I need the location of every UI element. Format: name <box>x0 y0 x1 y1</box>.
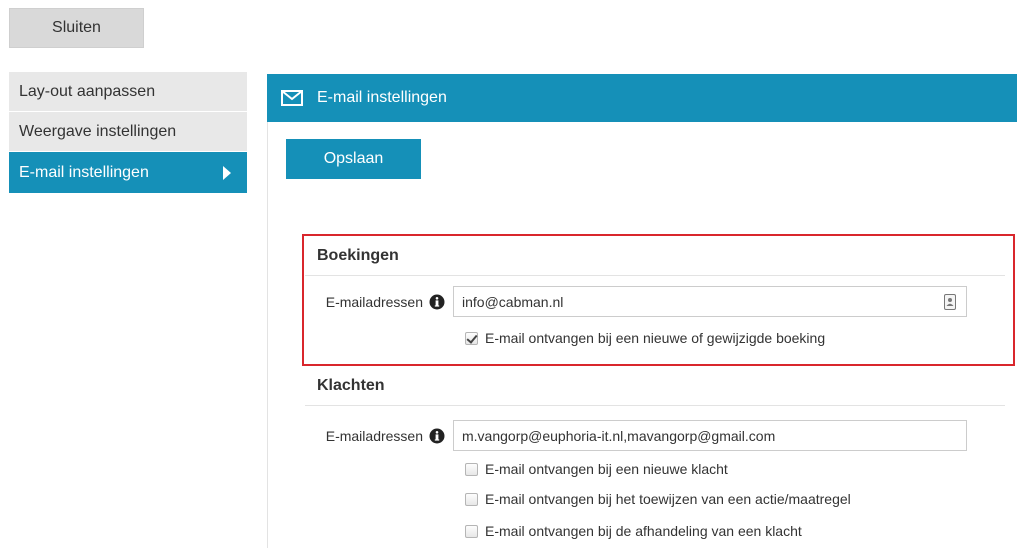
checkbox-complaint-resolved[interactable] <box>465 524 478 538</box>
complaints-section: Klachten E-mailadressen m.vangorp@euphor… <box>305 366 1005 539</box>
highlight-frame <box>302 234 1015 366</box>
section-title: Klachten <box>305 366 1005 406</box>
checkbox-complaint-new[interactable] <box>465 462 478 476</box>
mail-icon <box>281 90 303 106</box>
checkbox-label: E-mail ontvangen bij de afhandeling van … <box>485 523 802 539</box>
sidebar: Lay-out aanpassen Weergave instellingen … <box>9 72 247 194</box>
checkbox-complaint-action[interactable] <box>465 492 478 506</box>
panel-header: E-mail instellingen <box>267 74 1017 122</box>
sidebar-item-label: Weergave instellingen <box>19 122 177 140</box>
sidebar-item-label: Lay-out aanpassen <box>19 82 156 100</box>
settings-page: Sluiten Lay-out aanpassen Weergave inste… <box>0 0 1017 548</box>
page-title: E-mail instellingen <box>317 89 447 106</box>
email-field[interactable]: m.vangorp@euphoria-it.nl,mavangorp@gmail… <box>453 420 967 451</box>
arrow-right-icon <box>223 165 231 180</box>
checkbox-row[interactable]: E-mail ontvangen bij het toewijzen van e… <box>465 491 851 507</box>
sidebar-item-label: E-mail instellingen <box>19 163 149 181</box>
checkbox-row[interactable]: E-mail ontvangen bij de afhandeling van … <box>465 523 802 539</box>
close-button[interactable]: Sluiten <box>9 8 144 48</box>
checkbox-row[interactable]: E-mail ontvangen bij een nieuwe klacht <box>465 461 728 477</box>
email-field-row: E-mailadressen m.vangorp@euphoria-it.nl,… <box>305 420 967 451</box>
email-field-label: E-mailadressen <box>305 428 453 444</box>
panel-divider <box>267 120 268 548</box>
sidebar-item-layout[interactable]: Lay-out aanpassen <box>9 72 247 112</box>
sidebar-item-email-settings[interactable]: E-mail instellingen <box>9 152 247 194</box>
email-field-value: m.vangorp@euphoria-it.nl,mavangorp@gmail… <box>462 427 776 444</box>
checkbox-label: E-mail ontvangen bij het toewijzen van e… <box>485 491 851 507</box>
save-button[interactable]: Opslaan <box>286 139 421 179</box>
checkbox-label: E-mail ontvangen bij een nieuwe klacht <box>485 461 728 477</box>
sidebar-item-display-settings[interactable]: Weergave instellingen <box>9 112 247 152</box>
info-icon[interactable] <box>429 428 445 444</box>
email-label-text: E-mailadressen <box>325 427 423 444</box>
